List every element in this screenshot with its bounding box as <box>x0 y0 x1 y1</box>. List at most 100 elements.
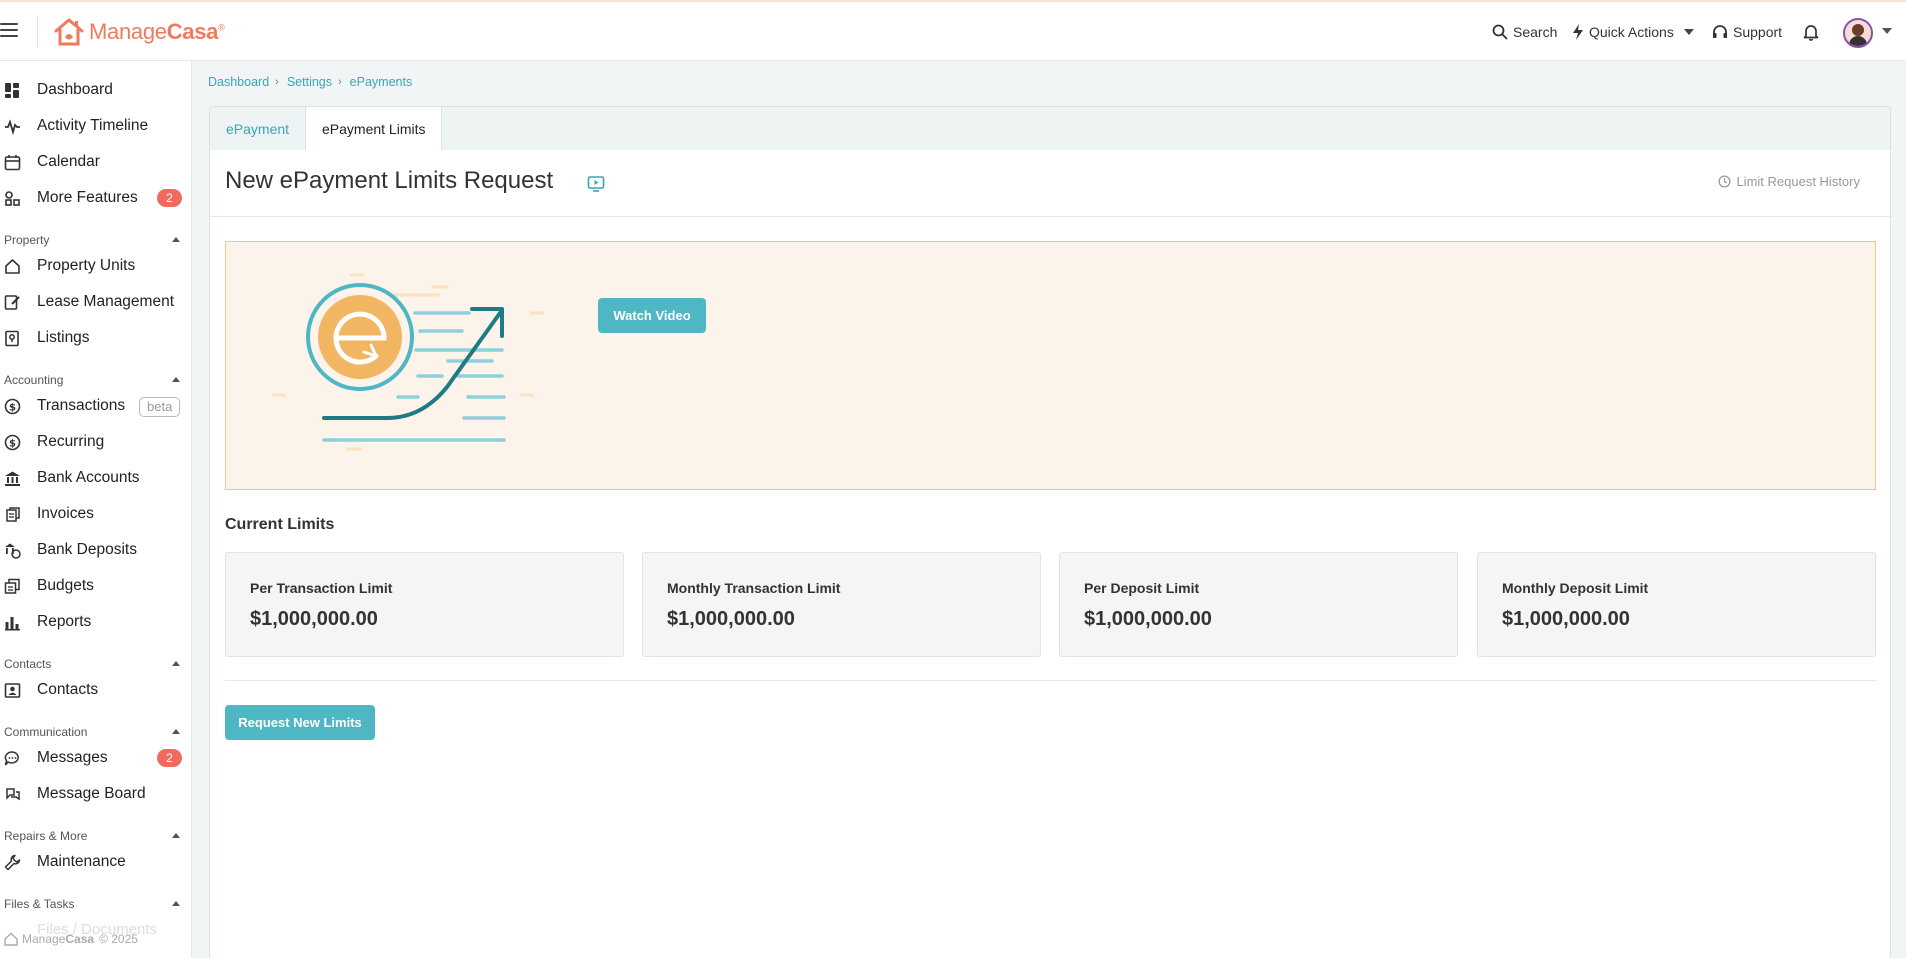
caret-up-icon <box>172 661 180 666</box>
history-label: Limit Request History <box>1736 174 1860 189</box>
logo-text-bold: Casa <box>166 19 219 44</box>
section-title: Repairs & More <box>4 829 88 843</box>
notifications-button[interactable] <box>1803 20 1824 44</box>
chevron-right-icon: › <box>275 76 279 88</box>
search-button[interactable]: Search <box>1492 20 1557 44</box>
search-label: Search <box>1513 24 1558 40</box>
sidebar-item-label: Activity Timeline <box>37 117 149 134</box>
sidebar-item-more-features[interactable]: More Features 2 <box>0 183 191 213</box>
sidebar-item-contacts[interactable]: Contacts <box>0 675 191 705</box>
epayment-banner: Watch Video <box>225 241 1876 490</box>
caret-up-icon <box>172 833 180 838</box>
sidebar-item-dashboard[interactable]: Dashboard <box>0 75 191 105</box>
caret-up-icon <box>172 377 180 382</box>
breadcrumb-dashboard[interactable]: Dashboard <box>208 75 269 89</box>
shapes-icon <box>5 191 20 206</box>
invoice-icon <box>6 507 20 522</box>
house-logo-icon <box>54 18 84 46</box>
section-header-accounting[interactable]: Accounting <box>4 373 182 387</box>
sidebar-item-maintenance[interactable]: Maintenance <box>0 847 191 877</box>
sidebar-item-bank-accounts[interactable]: Bank Accounts <box>0 463 191 493</box>
sidebar-item-label: Calendar <box>37 153 100 170</box>
house-icon <box>5 259 20 274</box>
sidebar-item-listings[interactable]: Listings <box>0 323 191 353</box>
section-header-repairs[interactable]: Repairs & More <box>4 829 182 843</box>
dollar-circle-icon: $ <box>4 398 21 415</box>
sidebar-item-label: More Features <box>37 189 138 206</box>
request-new-limits-button[interactable]: Request New Limits <box>225 705 375 740</box>
avatar[interactable] <box>1843 18 1873 48</box>
listing-icon <box>5 330 19 347</box>
chevron-down-icon[interactable] <box>1882 28 1892 34</box>
breadcrumb-epayments[interactable]: ePayments <box>350 75 413 89</box>
limit-label: Per Deposit Limit <box>1084 580 1200 596</box>
calendar-icon <box>4 155 21 171</box>
footer-brand-bold: Casa <box>65 932 95 946</box>
bank-icon <box>5 471 20 486</box>
section-header-files[interactable]: Files & Tasks <box>4 897 182 911</box>
section-header-property[interactable]: Property <box>4 233 182 247</box>
sidebar-item-message-board[interactable]: Message Board <box>0 779 191 809</box>
sidebar-item-bank-deposits[interactable]: Bank Deposits <box>0 535 191 565</box>
sidebar-item-lease-management[interactable]: Lease Management <box>0 287 191 317</box>
breadcrumb-settings[interactable]: Settings <box>287 75 332 89</box>
limit-request-history-link[interactable]: Limit Request History <box>1718 174 1860 189</box>
current-limits-heading: Current Limits <box>225 516 335 533</box>
tab-epayment-limits[interactable]: ePayment Limits <box>305 107 443 152</box>
footer-brand: Manage Casa © 2025 <box>4 932 138 946</box>
section-title: Contacts <box>4 657 52 671</box>
breadcrumb: Dashboard › Settings › ePayments <box>208 75 412 89</box>
support-button[interactable]: Support <box>1712 20 1782 44</box>
sidebar-item-reports[interactable]: Reports <box>0 607 191 637</box>
bar-chart-icon <box>5 617 20 631</box>
sidebar-item-label: Maintenance <box>37 853 126 870</box>
watch-video-button[interactable]: Watch Video <box>598 298 706 333</box>
video-tutorial-icon[interactable] <box>587 175 605 193</box>
sidebar-item-invoices[interactable]: Invoices <box>0 499 191 529</box>
sidebar-item-activity-timeline[interactable]: Activity Timeline <box>0 111 191 141</box>
app-logo[interactable]: ManageCasa® <box>53 16 225 48</box>
beta-badge: beta <box>139 397 181 417</box>
sidebar-item-transactions[interactable]: $ Transactions beta <box>0 391 191 421</box>
sidebar-item-budgets[interactable]: Budgets <box>0 571 191 601</box>
divider <box>210 216 1890 217</box>
sidebar-item-messages[interactable]: Messages 2 <box>0 743 191 773</box>
quick-actions-button[interactable]: Quick Actions <box>1572 20 1694 44</box>
limit-card-monthly-transaction: Monthly Transaction Limit $1,000,000.00 <box>642 552 1041 657</box>
limit-label: Monthly Deposit Limit <box>1502 580 1649 596</box>
sidebar: Dashboard Activity Timeline Calendar Mor… <box>0 61 192 958</box>
sidebar-item-calendar[interactable]: Calendar <box>0 147 191 177</box>
sidebar-item-label: Message Board <box>37 785 146 802</box>
quick-actions-label: Quick Actions <box>1589 24 1674 40</box>
footer-brand-light: Manage <box>22 932 66 946</box>
sidebar-item-property-units[interactable]: Property Units <box>0 251 191 281</box>
count-badge: 2 <box>157 189 182 207</box>
sidebar-item-recurring[interactable]: $ Recurring <box>0 427 191 457</box>
message-board-icon <box>6 788 20 801</box>
dashboard-icon <box>5 83 19 98</box>
sidebar-item-label: Invoices <box>37 505 94 522</box>
section-header-contacts[interactable]: Contacts <box>4 657 182 671</box>
limit-card-monthly-deposit: Monthly Deposit Limit $1,000,000.00 <box>1477 552 1876 657</box>
sidebar-item-label: Transactions <box>37 397 126 414</box>
limit-value: $1,000,000.00 <box>1502 608 1630 630</box>
sidebar-item-label: Dashboard <box>37 81 113 98</box>
divider <box>37 16 38 48</box>
caret-up-icon <box>172 901 180 906</box>
limit-label: Per Transaction Limit <box>250 580 393 596</box>
budget-icon <box>4 578 20 594</box>
limit-label: Monthly Transaction Limit <box>667 580 841 596</box>
lightning-icon <box>1573 24 1583 40</box>
section-header-communication[interactable]: Communication <box>4 725 182 739</box>
sidebar-item-label: Reports <box>37 613 92 630</box>
limit-value: $1,000,000.00 <box>250 608 378 630</box>
menu-icon[interactable] <box>0 23 18 39</box>
chevron-right-icon: › <box>338 76 342 88</box>
tab-epayment[interactable]: ePayment <box>210 107 305 151</box>
limit-card-per-transaction: Per Transaction Limit $1,000,000.00 <box>225 552 624 657</box>
sidebar-item-label: Budgets <box>37 577 94 594</box>
deposit-icon <box>5 543 21 559</box>
sidebar-item-label: Messages <box>37 749 108 766</box>
main-panel: New ePayment Limits Request Limit Reques… <box>209 150 1891 958</box>
sidebar-item-label: Bank Accounts <box>37 469 140 486</box>
